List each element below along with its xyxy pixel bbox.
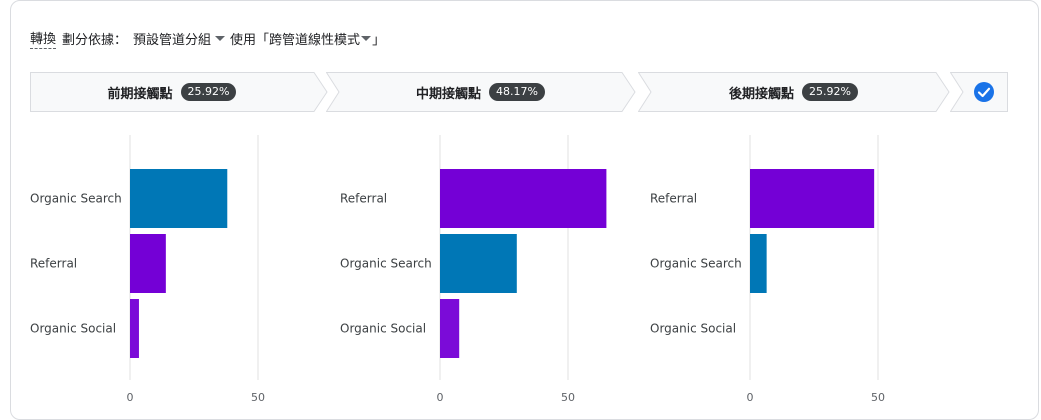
chevron-down-icon [215,35,226,41]
bar[interactable] [440,299,460,358]
bar[interactable] [750,234,767,293]
stage-percent-badge: 25.92% [802,83,858,101]
x-tick-label: 0 [127,391,134,404]
breakdown-value: 預設管道分組 [133,32,212,48]
category-label: Referral [340,192,387,206]
chevron-down-icon [361,35,372,41]
x-tick-label: 0 [747,391,754,404]
stage-label: 前期接觸點 [107,86,173,102]
stage-label: 後期接觸點 [729,86,795,102]
attribution-mode-dropdown[interactable]: 使用「跨管道線性模式 」 [230,29,385,48]
bar[interactable] [440,234,517,293]
chart-early: 0 50 Organic Search Referral Organic Social [30,130,340,404]
category-label: Organic Search [650,257,742,271]
mode-suffix: 」 [372,32,386,48]
category-label: Organic Search [30,192,122,206]
stage-middle[interactable]: 中期接觸點 48.17% [326,72,640,112]
bar[interactable] [750,169,875,228]
stage-percent-badge: 25.92% [180,83,237,101]
bar[interactable] [130,234,166,293]
bar[interactable] [440,169,607,228]
chart-svg: 0 50 Organic Search Referral Organic Social [30,135,265,404]
category-label: Organic Search [340,257,432,271]
stage-conversion[interactable] [950,72,1008,112]
bar[interactable] [130,299,139,358]
category-label: Organic Social [650,322,736,336]
breakdown-label: 劃分依據： [62,32,128,48]
stage-label: 中期接觸點 [416,86,482,102]
breakdown-dropdown[interactable]: 預設管道分組 [133,29,230,48]
stage-percent-badge: 48.17% [489,83,545,101]
category-label: Referral [650,192,697,206]
category-label: Referral [30,257,77,271]
conversions-link[interactable]: 轉換 [30,28,57,49]
category-label: Organic Social [30,322,116,336]
header-row: 轉換 劃分依據： 預設管道分組 使用「跨管道線性模式 」 [30,28,385,49]
x-tick-label: 50 [561,391,575,404]
chart-late: 0 50 Referral Organic Search Organic Social [650,130,960,404]
x-tick-label: 50 [251,391,265,404]
stage-late[interactable]: 後期接觸點 25.92% [638,72,954,112]
chart-svg: 0 50 Referral Organic Search Organic Social [340,135,607,404]
stage-early[interactable]: 前期接觸點 25.92% [30,72,328,112]
funnel-stages: 前期接觸點 25.92% 中期接觸點 48.17% 後期接觸點 25.92% [30,72,1010,112]
chart-svg: 0 50 Referral Organic Search Organic Social [650,135,885,404]
bar[interactable] [130,169,228,228]
check-circle-icon [974,82,994,102]
category-label: Organic Social [340,322,426,336]
x-tick-label: 0 [437,391,444,404]
chart-middle: 0 50 Referral Organic Search Organic Social [340,130,650,404]
mode-label: 使用「跨管道線性模式 [230,32,361,48]
x-tick-label: 50 [871,391,885,404]
